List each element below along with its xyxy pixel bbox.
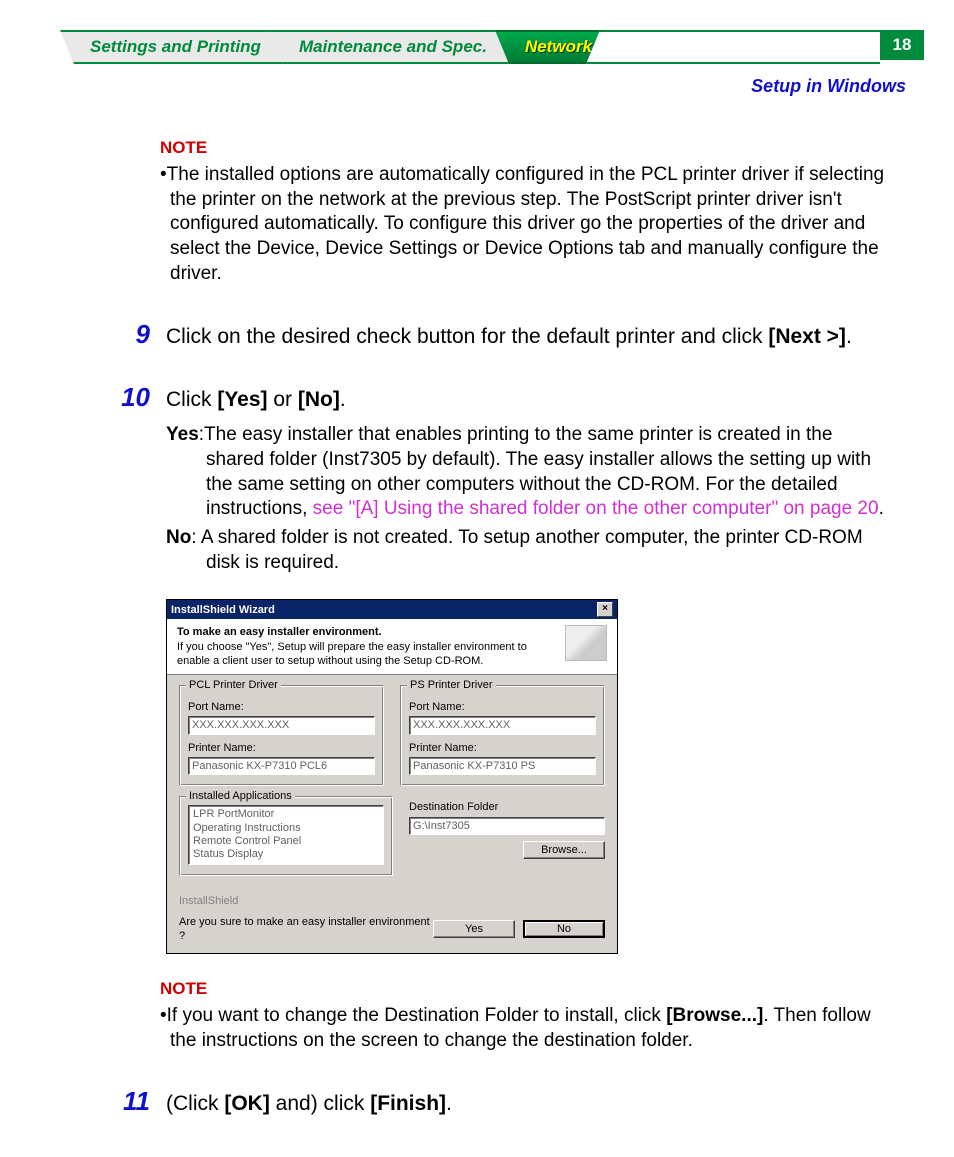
installshield-dialog: InstallShield Wizard × To make an easy i… — [166, 599, 618, 954]
browse-button[interactable]: Browse... — [523, 841, 605, 859]
installshield-label: InstallShield — [167, 894, 617, 910]
note-text: The installed options are automatically … — [167, 164, 884, 284]
dest-label: Destination Folder — [409, 800, 605, 814]
cross-ref-link[interactable]: see "[A] Using the shared folder on the … — [313, 498, 879, 519]
step-10-explain: Yes:The easy installer that enables prin… — [166, 423, 894, 575]
note-body: •The installed options are automatically… — [160, 163, 894, 286]
list-item: LPR PortMonitor — [193, 808, 379, 821]
step-bold: [Next >] — [768, 325, 846, 348]
destination-column: Destination Folder G:\Inst7305 Browse... — [409, 796, 605, 886]
step-11: 11 (Click [OK] and) click [Finish]. — [100, 1088, 894, 1117]
pcl-port-field: XXX.XXX.XXX.XXX — [188, 716, 375, 734]
step-text: Click — [166, 388, 217, 411]
note-bold: [Browse...] — [666, 1005, 763, 1026]
dialog-header-bold: To make an easy installer environment. — [177, 626, 382, 638]
bullet: • — [160, 164, 167, 185]
note-body: •If you want to change the Destination F… — [160, 1004, 894, 1053]
dialog-header-text: If you choose "Yes", Setup will prepare … — [177, 641, 527, 667]
step-tail: . — [846, 325, 852, 348]
yes-explain: Yes:The easy installer that enables prin… — [166, 423, 894, 522]
tab-maintenance[interactable]: Maintenance and Spec. — [269, 30, 509, 64]
no-button[interactable]: No — [523, 920, 605, 938]
step-text: or — [268, 388, 298, 411]
close-icon[interactable]: × — [597, 602, 613, 617]
tab-settings[interactable]: Settings and Printing — [60, 30, 283, 64]
installed-apps-group: Installed Applications LPR PortMonitor O… — [179, 796, 393, 876]
nav-spacer — [586, 30, 880, 64]
step-body: Click on the desired check button for th… — [166, 321, 852, 350]
ps-printer-field: Panasonic KX-P7310 PS — [409, 757, 596, 775]
step-bold: [Yes] — [217, 388, 267, 411]
list-item: Remote Control Panel — [193, 835, 379, 848]
printer-label: Printer Name: — [409, 741, 596, 755]
step-bold: [No] — [298, 388, 340, 411]
step-body: (Click [OK] and) click [Finish]. — [166, 1088, 452, 1117]
dialog-title-text: InstallShield Wizard — [171, 603, 275, 617]
yes-label: Yes — [166, 424, 199, 445]
step-bold: [OK] — [224, 1092, 270, 1115]
group-legend: Installed Applications — [186, 789, 295, 803]
dialog-question-text: Are you sure to make an easy installer e… — [179, 915, 433, 944]
step-text: (Click — [166, 1092, 224, 1115]
pcl-printer-field: Panasonic KX-P7310 PCL6 — [188, 757, 375, 775]
top-nav-bar: Settings and Printing Maintenance and Sp… — [60, 30, 924, 64]
step-number: 10 — [100, 384, 166, 410]
dialog-header-image — [565, 625, 607, 661]
pcl-driver-group: PCL Printer Driver Port Name: XXX.XXX.XX… — [179, 685, 384, 786]
yes-tail: . — [879, 498, 884, 519]
bullet: • — [160, 1005, 167, 1026]
step-tail: . — [340, 388, 346, 411]
list-item: Status Display — [193, 848, 379, 861]
note-label: NOTE — [160, 978, 894, 1000]
list-item: Operating Instructions — [193, 822, 379, 835]
step-tail: . — [446, 1092, 452, 1115]
note-text: If you want to change the Destination Fo… — [167, 1005, 667, 1026]
step-bold: [Finish] — [370, 1092, 446, 1115]
step-text: Click on the desired check button for th… — [166, 325, 768, 348]
no-text: : A shared folder is not created. To set… — [191, 527, 862, 573]
step-text: and) click — [270, 1092, 370, 1115]
no-label: No — [166, 527, 191, 548]
step-number: 9 — [100, 321, 166, 347]
port-label: Port Name: — [409, 700, 596, 714]
group-legend: PS Printer Driver — [407, 678, 496, 692]
step-body: Click [Yes] or [No]. — [166, 384, 346, 413]
port-label: Port Name: — [188, 700, 375, 714]
page-content: NOTE •The installed options are automati… — [100, 137, 894, 1117]
section-subhead: Setup in Windows — [0, 76, 906, 97]
note-text: instructions on the screen to change the… — [202, 1030, 693, 1051]
ps-port-field: XXX.XXX.XXX.XXX — [409, 716, 596, 734]
dialog-titlebar: InstallShield Wizard × — [167, 600, 617, 619]
dialog-question-row: Are you sure to make an easy installer e… — [167, 911, 617, 954]
yes-button[interactable]: Yes — [433, 920, 515, 938]
page-number: 18 — [880, 30, 924, 60]
step-number: 11 — [100, 1088, 166, 1114]
dialog-header: To make an easy installer environment. I… — [167, 619, 617, 675]
step-10: 10 Click [Yes] or [No]. — [100, 384, 894, 413]
apps-listbox[interactable]: LPR PortMonitor Operating Instructions R… — [188, 805, 384, 865]
dialog-body: PCL Printer Driver Port Name: XXX.XXX.XX… — [167, 675, 617, 894]
no-explain: No: A shared folder is not created. To s… — [166, 526, 894, 575]
ps-driver-group: PS Printer Driver Port Name: XXX.XXX.XXX… — [400, 685, 605, 786]
dest-folder-field: G:\Inst7305 — [409, 817, 605, 835]
printer-label: Printer Name: — [188, 741, 375, 755]
group-legend: PCL Printer Driver — [186, 678, 281, 692]
step-9: 9 Click on the desired check button for … — [100, 321, 894, 350]
note-label: NOTE — [160, 137, 894, 159]
